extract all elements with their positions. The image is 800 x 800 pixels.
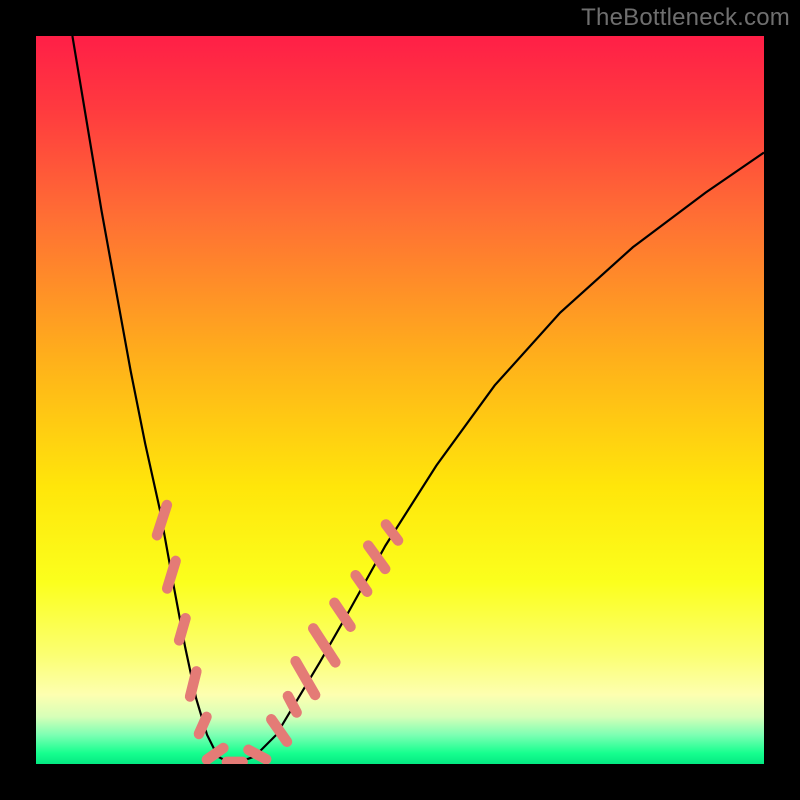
curve-marker [222, 757, 248, 764]
chart-frame: TheBottleneck.com [0, 0, 800, 800]
bottleneck-chart-svg [36, 36, 764, 764]
gradient-background [36, 36, 764, 764]
plot-area [36, 36, 764, 764]
watermark-text: TheBottleneck.com [581, 4, 790, 32]
